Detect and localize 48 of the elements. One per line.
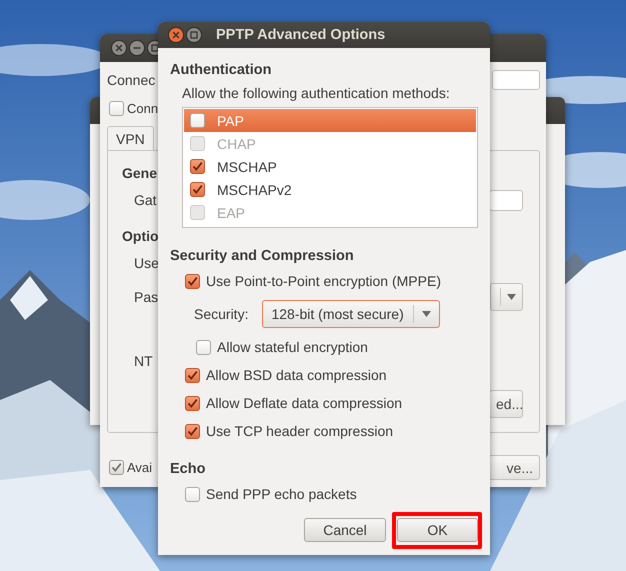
checkbox[interactable] xyxy=(109,100,124,116)
checkbox-label: Use Point-to-Point encryption (MPPE) xyxy=(206,273,441,289)
checkbox[interactable] xyxy=(190,113,205,128)
window-title: PPTP Advanced Options xyxy=(216,27,386,43)
checkbox[interactable] xyxy=(185,424,200,438)
checkbox-label: Allow stateful encryption xyxy=(217,339,368,355)
field-label: Connec xyxy=(107,72,156,88)
list-item[interactable]: MSCHAP xyxy=(184,155,476,178)
section-heading: Optio xyxy=(122,228,159,244)
minimize-icon[interactable] xyxy=(129,40,145,56)
save-button[interactable]: ve... xyxy=(488,455,540,480)
caret-icon xyxy=(422,311,432,317)
checkbox-label: Allow BSD data compression xyxy=(206,367,387,383)
checkbox[interactable] xyxy=(185,396,200,410)
section-heading: Authentication xyxy=(170,61,272,79)
field-label: Security: xyxy=(194,306,248,322)
security-dropdown[interactable]: 128-bit (most secure) xyxy=(262,300,440,328)
checkbox[interactable] xyxy=(109,460,124,475)
checkbox-label: Avai xyxy=(127,460,152,475)
close-icon[interactable] xyxy=(111,40,127,56)
input-field[interactable] xyxy=(492,70,540,90)
field-label: NT xyxy=(133,353,153,369)
checkbox[interactable] xyxy=(196,340,211,354)
field-label: Use xyxy=(133,255,159,271)
section-heading: Echo xyxy=(170,460,206,478)
checkbox[interactable] xyxy=(185,368,200,382)
cancel-button[interactable]: Cancel xyxy=(304,518,386,542)
checkbox[interactable] xyxy=(190,159,205,174)
advanced-button[interactable]: ed... xyxy=(489,390,523,418)
checkbox-label: Send PPP echo packets xyxy=(206,486,357,502)
field-label: Pas xyxy=(133,289,158,305)
prompt-text: Allow the following authentication methods: xyxy=(182,84,451,102)
ok-button[interactable]: OK xyxy=(397,518,478,542)
input-field[interactable] xyxy=(489,190,523,210)
checkbox-label: Use TCP header compression xyxy=(206,423,394,439)
dropdown[interactable] xyxy=(490,283,523,311)
tab[interactable]: VPN xyxy=(107,126,154,150)
section-heading: Security and Compression xyxy=(170,247,355,265)
checkbox-label: Allow Deflate data compression xyxy=(206,395,402,411)
section-heading: Gene xyxy=(122,165,158,181)
field-label: Gat xyxy=(133,192,157,208)
checkbox[interactable] xyxy=(185,274,200,288)
list-item[interactable]: MSCHAPv2 xyxy=(184,178,476,201)
checkbox-label: Conn xyxy=(127,100,158,116)
checkbox[interactable] xyxy=(190,182,205,197)
close-icon[interactable] xyxy=(168,27,184,43)
checkbox[interactable] xyxy=(185,486,200,502)
caret-icon xyxy=(507,294,516,300)
